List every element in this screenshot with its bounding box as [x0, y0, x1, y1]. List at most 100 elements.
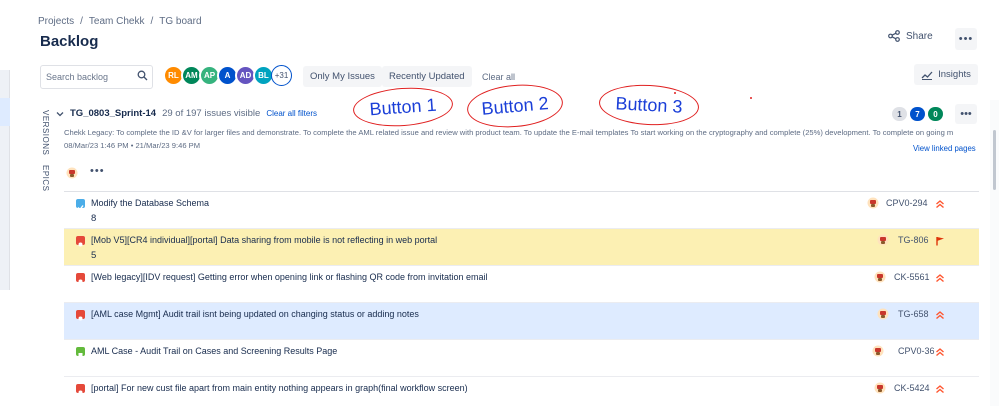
issue-row[interactable]: AML Case - Audit Trail on Cases and Scre…	[64, 340, 979, 377]
flag-icon	[936, 237, 944, 246]
chart-icon	[921, 71, 933, 80]
share-button[interactable]: Share	[888, 30, 933, 42]
avatar-icon	[874, 382, 886, 394]
breadcrumb-separator: /	[80, 16, 83, 27]
annotation-dot	[674, 92, 676, 94]
story-points: 8	[91, 213, 97, 224]
recently-updated-button[interactable]: Recently Updated	[382, 66, 472, 87]
checkbox-icon	[77, 205, 84, 211]
breadcrumb-board[interactable]: TG board	[159, 16, 201, 27]
issue-summary[interactable]: [Mob V5][CR4 individual][portal] Data sh…	[91, 235, 437, 245]
avatar-icon	[66, 167, 78, 179]
priority-indicator	[935, 381, 945, 399]
issue-key[interactable]: TG-806	[898, 235, 929, 245]
scrollbar-thumb[interactable]	[993, 130, 996, 190]
share-label: Share	[906, 30, 933, 42]
avatar-icon	[877, 234, 889, 246]
sprint-goal: Chekk Legacy: To complete the ID &V for …	[64, 128, 954, 137]
more-avatars-button[interactable]: +31	[271, 65, 292, 86]
breadcrumb-separator: /	[150, 16, 154, 27]
issue-type-icon	[76, 384, 85, 395]
priority-highest-icon	[936, 385, 944, 394]
avatar-icon	[877, 308, 889, 320]
breadcrumb-team[interactable]: Team Chekk	[89, 16, 145, 27]
sprint-dates: 08/Mar/23 1:46 PM • 21/Mar/23 9:46 PM	[64, 141, 201, 150]
issue-type-icon	[76, 347, 85, 358]
issue-key[interactable]: CK-5424	[894, 383, 930, 393]
issue-summary[interactable]: AML Case - Audit Trail on Cases and Scre…	[91, 346, 337, 356]
issue-row[interactable]: [portal] For new cust file apart from ma…	[64, 377, 979, 406]
priority-indicator	[935, 270, 945, 288]
priority-highest-icon	[936, 348, 944, 357]
issue-type-icon	[76, 199, 85, 211]
issue-key[interactable]: TG-658	[898, 309, 929, 319]
sprint-name: TG_0803_Sprint-14	[70, 108, 157, 119]
issue-type-icon	[76, 310, 85, 321]
bug-icon	[78, 390, 83, 395]
annotation-button-1: Button 1	[351, 84, 455, 130]
sprint-issue-count: 29 of 197 issues visible	[162, 108, 261, 119]
bug-icon	[78, 279, 83, 284]
issue-row[interactable]: [Mob V5][CR4 individual][portal] Data sh…	[64, 229, 979, 266]
annotation-label: Button 3	[615, 92, 684, 117]
annotation-button-3: Button 3	[598, 82, 700, 128]
view-linked-pages-link[interactable]: View linked pages	[913, 144, 976, 153]
priority-indicator	[935, 344, 945, 362]
issue-key[interactable]: CK-5561	[894, 272, 930, 282]
status-count-in-progress: 7	[910, 107, 925, 121]
avatar-filter-group: RL AM AP A AD BL +31	[163, 65, 292, 86]
assignee-avatar[interactable]	[877, 307, 889, 325]
annotation-label: Button 1	[368, 94, 438, 119]
chevron-down-icon[interactable]	[56, 110, 64, 118]
story-points: 5	[91, 250, 97, 261]
priority-indicator	[935, 233, 945, 251]
sprint-status-counts: 1 7 0	[892, 107, 943, 121]
issue-row[interactable]: Modify the Database Schema 8 CPV0-294	[64, 192, 979, 229]
sprint-more-button[interactable]: •••	[955, 104, 977, 124]
issue-summary[interactable]: [portal] For new cust file apart from ma…	[91, 383, 468, 393]
issue-key[interactable]: CPV0-36	[898, 346, 935, 356]
page-title: Backlog	[40, 33, 99, 50]
avatar-icon	[874, 271, 886, 283]
clear-filters-link[interactable]: Clear all filters	[266, 109, 317, 118]
search-placeholder: Search backlog	[46, 72, 109, 82]
avatar-icon	[867, 197, 879, 209]
breadcrumb: Projects / Team Chekk / TG board	[38, 16, 202, 27]
issue-key[interactable]: CPV0-294	[886, 198, 928, 208]
story-icon	[78, 353, 83, 358]
scrollbar[interactable]	[990, 100, 999, 406]
left-nav-selected[interactable]	[0, 98, 10, 126]
insights-label: Insights	[938, 69, 971, 80]
priority-highest-icon	[936, 200, 944, 209]
search-input[interactable]: Search backlog	[40, 65, 153, 89]
status-count-todo: 1	[892, 107, 907, 121]
left-nav-strip	[0, 70, 10, 290]
only-my-issues-button[interactable]: Only My Issues	[303, 66, 382, 87]
versions-tab[interactable]: VERSIONS	[41, 110, 50, 155]
clear-all-link[interactable]: Clear all	[482, 72, 515, 82]
issue-row[interactable]: [AML case Mgmt] Audit trail isnt being u…	[64, 303, 979, 340]
issue-row[interactable]: [Web legacy][IDV request] Getting error …	[64, 266, 979, 303]
bug-icon	[78, 242, 83, 247]
epics-tab[interactable]: EPICS	[41, 165, 50, 192]
issue-summary[interactable]: [Web legacy][IDV request] Getting error …	[91, 272, 488, 282]
assignee-avatar[interactable]	[872, 344, 884, 362]
assignee-avatar[interactable]	[877, 233, 889, 251]
avatar-icon	[872, 345, 884, 357]
issue-summary[interactable]: [AML case Mgmt] Audit trail isnt being u…	[91, 309, 419, 319]
assignee-avatar[interactable]	[874, 270, 886, 288]
sprint-owner-avatar	[66, 166, 78, 184]
assignee-avatar[interactable]	[867, 196, 879, 214]
more-actions-button[interactable]: •••	[955, 28, 977, 50]
bug-icon	[78, 316, 83, 321]
search-icon	[137, 70, 148, 81]
issue-summary[interactable]: Modify the Database Schema	[91, 198, 209, 208]
breadcrumb-projects[interactable]: Projects	[38, 16, 74, 27]
assignee-avatar[interactable]	[874, 381, 886, 399]
sprint-dots-button[interactable]: •••	[90, 165, 105, 177]
insights-button[interactable]: Insights	[914, 64, 978, 85]
issue-type-icon	[76, 236, 85, 247]
status-count-done: 0	[928, 107, 943, 121]
share-icon	[888, 30, 900, 42]
issue-list: Modify the Database Schema 8 CPV0-294 [Mob …	[64, 191, 979, 406]
